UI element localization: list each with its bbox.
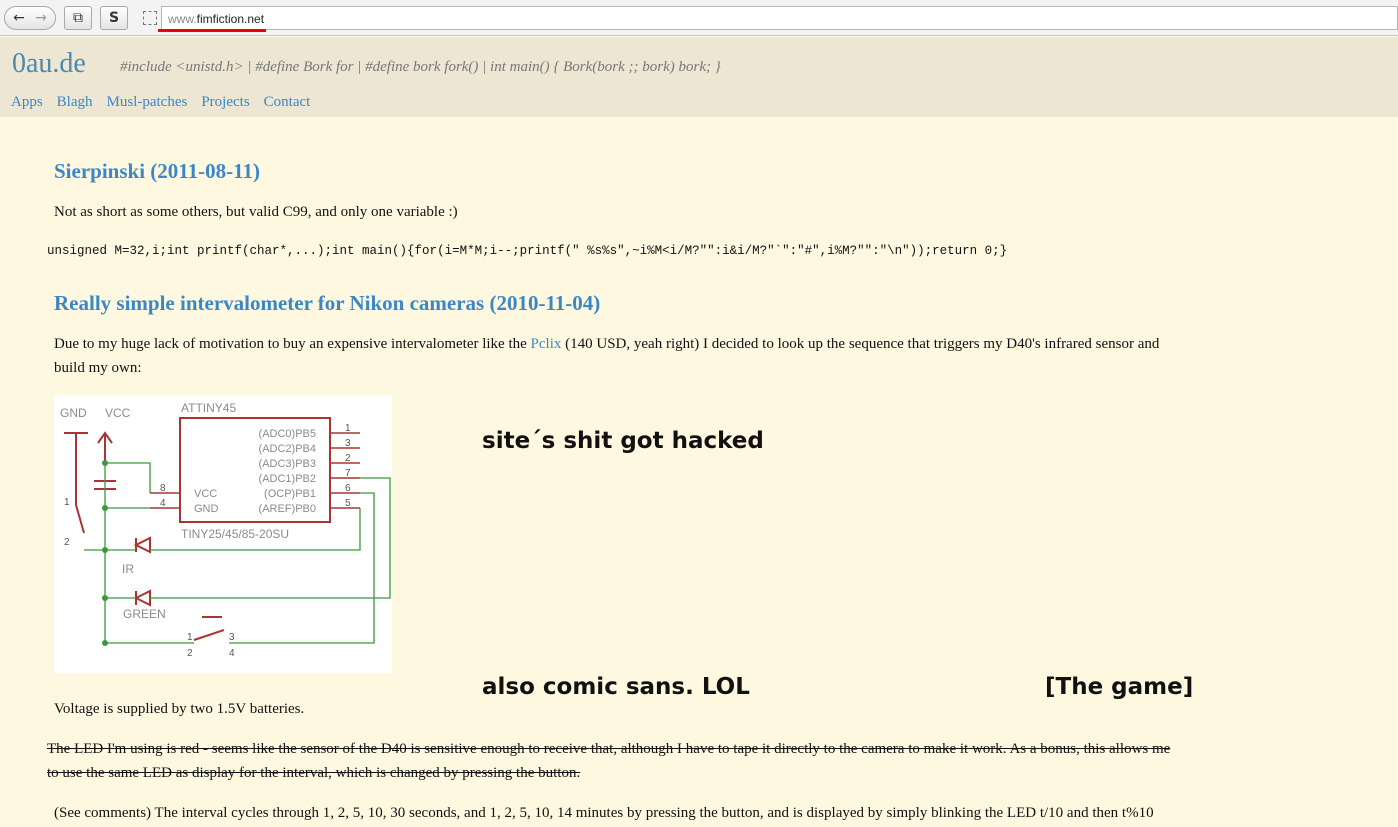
pin-label-pb3: (ADC3)PB3 <box>259 458 316 470</box>
nav-blagh[interactable]: Blagh <box>57 94 93 110</box>
back-arrow-icon[interactable]: ← <box>9 10 29 26</box>
post-title-intervalometer[interactable]: Really simple intervalometer for Nikon c… <box>54 291 600 316</box>
switch-pin-4: 4 <box>229 648 235 659</box>
nav-projects[interactable]: Projects <box>201 94 249 110</box>
struck-paragraph: The LED I'm using is red - seems like th… <box>47 741 1171 781</box>
browser-toolbar: ← → ⧉ S www.fimfiction.net <box>0 0 1398 36</box>
site-header: 0au.de #include <unistd.h> | #define Bor… <box>0 37 1398 117</box>
right-pin-stubs <box>150 432 360 509</box>
chip-part-label: TINY25/45/85-20SU <box>181 527 289 541</box>
side-switch-pin-1: 1 <box>64 497 70 508</box>
intro-text-before: Due to my huge lack of motivation to buy… <box>54 336 531 352</box>
url-domain: fimfiction.net <box>196 12 265 26</box>
switch-pin-3: 3 <box>229 632 235 643</box>
pin-label-pb0: (AREF)PB0 <box>259 503 316 515</box>
code-snippet: unsigned M=32,i;int printf(char*,...);in… <box>47 244 1008 258</box>
switch-pin-1: 1 <box>187 632 193 643</box>
copy-icon[interactable]: ⧉ <box>64 6 92 30</box>
vcc-label: VCC <box>105 406 131 420</box>
pin-label-pb2: (ADC1)PB2 <box>259 473 316 485</box>
led-ir-label: IR <box>122 562 134 576</box>
page-frame-icon[interactable] <box>143 11 157 25</box>
s-extension-button[interactable]: S <box>100 6 128 30</box>
switch-pin-2: 2 <box>187 648 193 659</box>
left-pin-labels: VCC GND <box>194 488 219 515</box>
red-underline-mark <box>158 29 266 32</box>
right-pin-labels: (ADC0)PB5 (ADC2)PB4 (ADC3)PB3 (ADC1)PB2 … <box>259 428 316 515</box>
nav-musl-patches[interactable]: Musl-patches <box>107 94 188 110</box>
pclix-link[interactable]: Pclix <box>531 336 562 352</box>
pin-label-pb4: (ADC2)PB4 <box>259 443 316 455</box>
url-prefix: www. <box>168 12 197 26</box>
address-bar[interactable]: www.fimfiction.net <box>161 6 1398 30</box>
voltage-text: Voltage is supplied by two 1.5V batterie… <box>54 701 305 717</box>
chip-label: ATTINY45 <box>181 401 236 415</box>
pin-label-gnd: GND <box>194 503 219 515</box>
site-tagline: #include <unistd.h> | #define Bork for |… <box>120 59 721 75</box>
post-intro: Due to my huge lack of motivation to buy… <box>54 332 1169 380</box>
pin-label-pb1: (OCP)PB1 <box>264 488 316 500</box>
site-nav: Apps Blagh Musl-patches Projects Contact <box>11 94 324 111</box>
nav-apps[interactable]: Apps <box>11 94 43 110</box>
pin-label-pb5: (ADC0)PB5 <box>259 428 316 440</box>
gnd-label: GND <box>60 406 87 420</box>
overlay-comic-sans: also comic sans. LOL <box>482 674 750 700</box>
overlay-the-game: [The game] <box>1045 674 1194 700</box>
pin-label-vcc: VCC <box>194 488 217 500</box>
site-logo[interactable]: 0au.de <box>12 48 86 80</box>
circuit-schematic: GND VCC ATTINY45 TINY25/45/85-20SU IR GR… <box>54 395 392 673</box>
post-title-sierpinski[interactable]: Sierpinski (2011-08-11) <box>54 159 260 184</box>
forward-arrow-icon[interactable]: → <box>31 10 51 26</box>
comments-paragraph: (See comments) The interval cycles throu… <box>54 805 1154 821</box>
overlay-hacked: site´s shit got hacked <box>482 428 764 454</box>
post-text-sierpinski: Not as short as some others, but valid C… <box>54 204 458 220</box>
nav-contact[interactable]: Contact <box>264 94 311 110</box>
side-switch-pin-2: 2 <box>64 537 70 548</box>
led-green-label: GREEN <box>123 607 166 621</box>
back-forward-buttons[interactable]: ← → <box>4 6 56 30</box>
schematic-labels: GND VCC ATTINY45 TINY25/45/85-20SU IR GR… <box>60 401 289 621</box>
